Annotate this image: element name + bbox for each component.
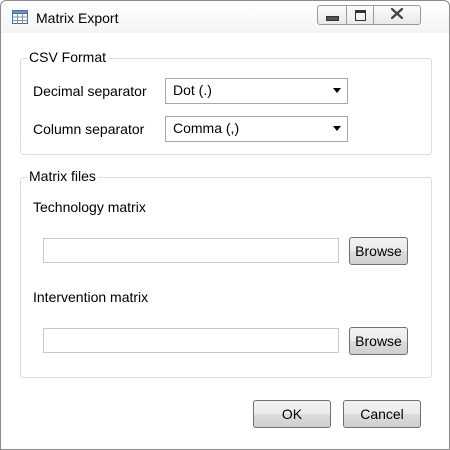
minimize-icon xyxy=(325,15,339,21)
minimize-button[interactable] xyxy=(317,5,347,25)
close-button[interactable] xyxy=(373,5,421,25)
csv-format-legend: CSV Format xyxy=(27,49,109,65)
table-window-icon xyxy=(12,10,28,24)
window-title: Matrix Export xyxy=(36,10,119,26)
technology-matrix-path-input[interactable] xyxy=(43,238,339,263)
column-separator-label: Column separator xyxy=(33,121,145,137)
cancel-button[interactable]: Cancel xyxy=(343,400,421,428)
intervention-matrix-path-input[interactable] xyxy=(43,328,339,353)
window-controls xyxy=(317,5,421,25)
column-separator-value: Comma (,) xyxy=(173,120,240,136)
decimal-separator-value: Dot (.) xyxy=(173,82,212,98)
matrix-export-dialog: Matrix Export CSV Format Decimal separat… xyxy=(0,0,450,450)
decimal-separator-label: Decimal separator xyxy=(33,83,147,99)
matrix-files-legend: Matrix files xyxy=(27,168,98,184)
column-separator-select[interactable]: Comma (,) xyxy=(165,116,348,142)
maximize-button[interactable] xyxy=(346,5,374,25)
chevron-down-icon xyxy=(333,88,341,93)
close-icon xyxy=(390,7,404,22)
chevron-down-icon xyxy=(333,126,341,131)
technology-matrix-label: Technology matrix xyxy=(33,199,146,215)
decimal-separator-select[interactable]: Dot (.) xyxy=(165,78,348,104)
intervention-matrix-label: Intervention matrix xyxy=(33,289,149,305)
title-bar[interactable]: Matrix Export xyxy=(1,1,449,33)
ok-button[interactable]: OK xyxy=(253,400,331,428)
maximize-icon xyxy=(354,9,366,21)
intervention-browse-button[interactable]: Browse xyxy=(349,327,408,355)
technology-browse-button[interactable]: Browse xyxy=(349,237,408,265)
